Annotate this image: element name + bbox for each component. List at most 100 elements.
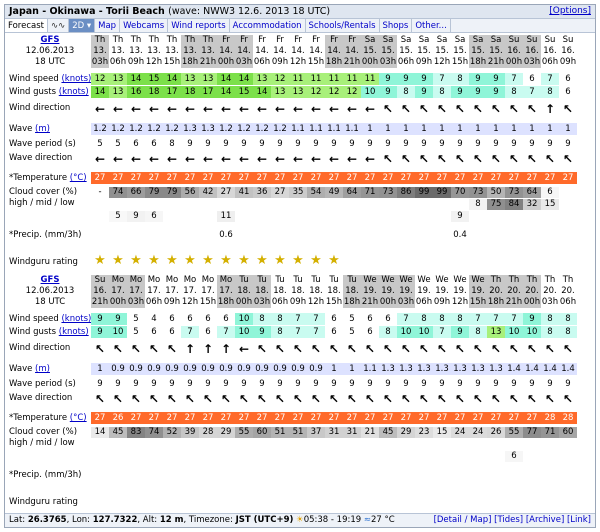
direction-arrow-icon: ↖: [562, 102, 574, 116]
wave-period-cell: 9: [115, 379, 121, 389]
precip-cell: [415, 469, 433, 481]
options-link[interactable]: [Options]: [549, 6, 591, 16]
wind-speed-cell: 6: [565, 74, 571, 84]
tab-6[interactable]: Accommodation: [230, 19, 306, 32]
temperature-cell: 28: [541, 412, 559, 424]
model-link[interactable]: GFS: [9, 35, 91, 46]
wind-dir-cell: ↖: [415, 342, 433, 360]
wave-dir-cell: ←: [91, 152, 109, 170]
temperature-cell: 27: [199, 412, 217, 424]
cloud-cell: [235, 451, 253, 462]
model-link[interactable]: GFS: [9, 275, 91, 286]
tab-5[interactable]: Wind reports: [168, 19, 230, 32]
direction-arrow-icon: ↖: [454, 342, 466, 356]
direction-arrow-icon: ↑: [544, 102, 556, 116]
wave-cell: 1.2: [91, 123, 109, 135]
time-cell: Fr 14. 03h: [235, 35, 253, 68]
wave-cell: 1.4: [541, 363, 559, 375]
row-wind-dir: ↖ ↖ ↖ ↖ ↖ ↑ ↑ ↑ ← ↖ ↖ ↖ ↖ ↖ ↖ ↖ ↖ ↖ ↖ ↖ ↖ ↖ ↖ ↖ ↖ ↖ ↖: [91, 342, 577, 360]
direction-arrow-icon: ↖: [436, 102, 448, 116]
footer-links[interactable]: [Detail / Map] [Tides] [Archive] [Link]: [434, 514, 591, 527]
rating-cell: ★: [109, 253, 127, 269]
wave-cell: 1.3: [415, 363, 433, 375]
temperature-cell: 27: [487, 172, 505, 184]
direction-arrow-icon: ↖: [526, 152, 538, 166]
tab-9[interactable]: Other...: [412, 19, 451, 32]
cloud-cell: 31: [343, 427, 361, 438]
wind-gusts-cell: 7: [307, 326, 325, 338]
wave-dir-cell: ↖: [451, 152, 469, 170]
wave-dir-cell: ↖: [559, 392, 577, 410]
time-cell: Th 13. 09h: [127, 35, 145, 67]
wind-gusts-cell: 7: [289, 326, 307, 338]
wave-period-cell: 9: [493, 379, 499, 389]
temperature-cell: 27: [451, 172, 469, 184]
cloud-cell: [271, 199, 289, 210]
cloud-cell: [397, 439, 415, 450]
direction-arrow-icon: ↖: [454, 392, 466, 406]
wind-gusts-cell: 18: [181, 86, 199, 98]
direction-arrow-icon: ↖: [544, 392, 556, 406]
tab-2[interactable]: 2D ▾: [69, 19, 96, 32]
wave-cell: 1: [559, 123, 577, 135]
wave-dir-cell: ←: [199, 152, 217, 170]
direction-arrow-icon: ↖: [364, 342, 376, 356]
direction-arrow-icon: ↖: [544, 342, 556, 356]
time-cell: We 19. 03h: [397, 275, 415, 308]
tab-0[interactable]: Forecast: [5, 19, 48, 32]
wind-gusts-cell: 9: [451, 86, 469, 98]
wave-temp-icon: ≈: [363, 515, 371, 525]
wind-speed-cell: 8: [253, 313, 271, 325]
cloud-cell: [145, 451, 163, 462]
tab-7[interactable]: Schools/Rentals: [306, 19, 380, 32]
wind-gusts-cell: 6: [205, 327, 211, 337]
temperature-cell: 27: [361, 412, 379, 424]
time-cell: Fr 14. 21h: [343, 35, 361, 68]
wave-dir-cell: ↖: [253, 392, 271, 410]
cloud-cell: [181, 199, 199, 210]
tab-4[interactable]: Webcams: [120, 19, 169, 32]
wind-dir-cell: ↖: [163, 342, 181, 360]
direction-arrow-icon: ↖: [400, 152, 412, 166]
cloud-cell: [469, 211, 487, 222]
direction-arrow-icon: ↖: [292, 392, 304, 406]
tab-8[interactable]: Shops: [380, 19, 413, 32]
tab-1[interactable]: ∿∿: [48, 19, 70, 32]
wind-gusts-cell: 9: [379, 86, 397, 98]
temperature-cell: 27: [343, 412, 361, 424]
precip-cell: [127, 469, 145, 481]
direction-arrow-icon: ↖: [562, 342, 574, 356]
wave-dir-cell: ↖: [541, 152, 559, 170]
direction-arrow-icon: ←: [238, 152, 250, 166]
wind-gusts-cell: 13: [289, 86, 307, 98]
wind-speed-cell: 8: [433, 313, 451, 325]
cloud-cell: 79: [145, 187, 163, 198]
wave-period-cell: 9: [223, 379, 229, 389]
cloud-cell: [505, 439, 523, 450]
cloud-cell: [451, 199, 469, 210]
temperature-cell: 27: [181, 412, 199, 424]
precip-cell: [181, 469, 199, 481]
cloud-cell: 6: [505, 451, 523, 462]
cloud-cell: 55: [235, 427, 253, 438]
wave-cell: 0.9: [127, 363, 145, 375]
time-cell: Th 13. 06h: [109, 35, 127, 67]
wave-cell: 1: [451, 123, 469, 135]
cloud-cell: [469, 451, 487, 462]
tab-3[interactable]: Map: [95, 19, 121, 32]
wave-period-cell: 9: [187, 139, 193, 149]
temperature-cell: 27: [235, 412, 253, 424]
time-cell: Tu 18. 15h: [325, 275, 343, 307]
wind-dir-cell: ↖: [559, 102, 577, 120]
wave-period-cell: 9: [403, 379, 409, 389]
wind-gusts-cell: 14: [253, 86, 271, 98]
wind-speed-cell: 14: [163, 73, 181, 85]
wave-period-cell: 9: [493, 139, 499, 149]
precip-cell: [469, 229, 487, 241]
precip-cell: [523, 469, 541, 481]
wave-period-cell: 9: [457, 379, 463, 389]
cloud-cell: [307, 439, 325, 450]
row-wind-dir: ← ← ← ← ← ← ← ← ← ← ← ← ← ← ← ← ↖ ↖ ↖ ↖ ↖ ↖ ↖ ↖ ↖ ↑ ↖: [91, 102, 577, 120]
rating-cell: ★: [235, 253, 253, 269]
cloud-cell: 74: [109, 187, 127, 198]
